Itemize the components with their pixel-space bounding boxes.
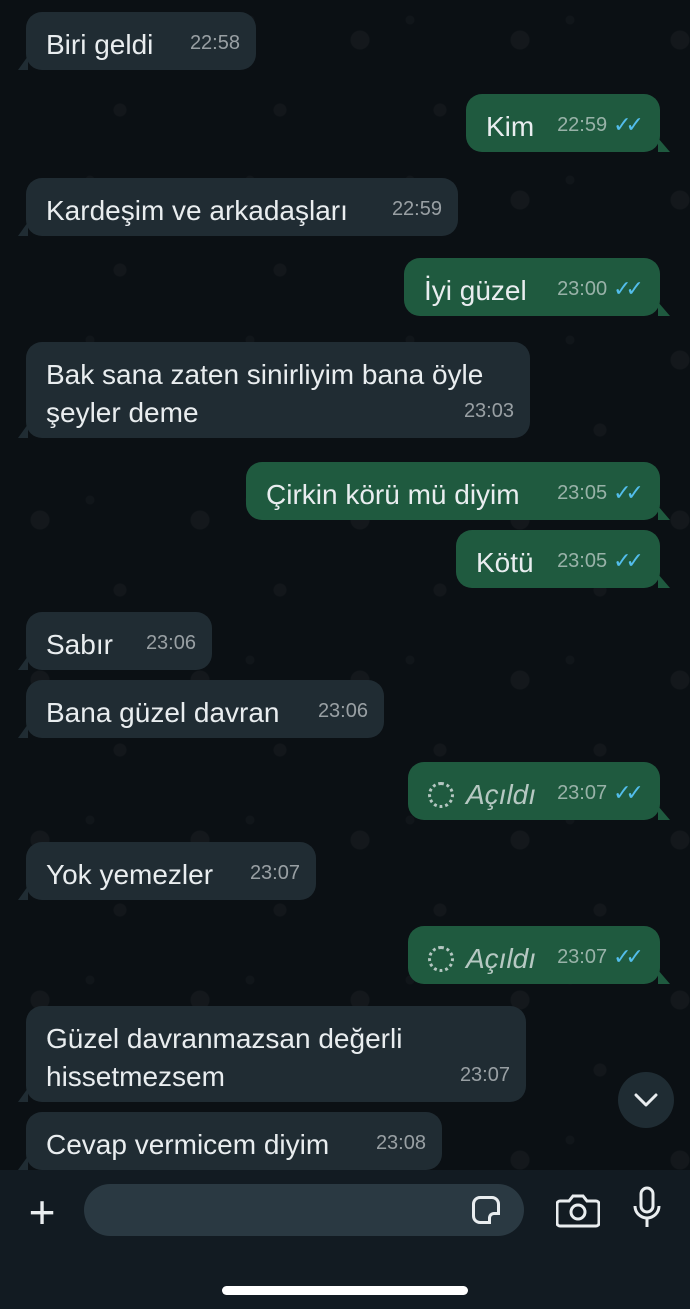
message-bubble-incoming[interactable]: Bak sana zaten sinirliyim bana öyle şeyl… — [18, 342, 530, 438]
sticker-icon[interactable] — [472, 1196, 500, 1224]
message-text: Cevap vermicem diyim — [46, 1129, 330, 1160]
message-text: Bana güzel davran — [46, 697, 280, 728]
message-time: 22:59 — [391, 198, 442, 220]
read-receipt-icon: ✓✓ — [613, 548, 644, 573]
message-bubble-incoming[interactable]: Cevap vermicem diyim 23:08 — [18, 1112, 442, 1170]
message-text: Açıldı — [466, 779, 537, 810]
message-meta: 23:07 ✓✓ — [557, 938, 644, 976]
message-bubble-outgoing[interactable]: Çirkin körü mü diyim 23:05 ✓✓ — [246, 462, 670, 520]
message-meta: 23:08 — [376, 1124, 426, 1162]
message-text: Kötü — [476, 547, 534, 578]
message-time: 23:06 — [145, 632, 196, 654]
read-receipt-icon: ✓✓ — [613, 112, 644, 137]
scroll-to-bottom-button[interactable] — [618, 1072, 674, 1128]
message-time: 23:07 — [557, 946, 608, 968]
message-bubble-incoming[interactable]: Sabır 23:06 — [18, 612, 212, 670]
message-meta: 23:06 — [146, 624, 196, 662]
read-receipt-icon: ✓✓ — [613, 480, 644, 505]
message-bubble-outgoing[interactable]: Açıldı 23:07 ✓✓ — [408, 762, 670, 820]
message-text: Biri geldi — [46, 29, 154, 60]
message-text: Çirkin körü mü diyim — [266, 479, 520, 510]
message-meta: 22:58 — [190, 24, 240, 62]
message-text: Bak sana zaten sinirliyim bana öyle şeyl… — [46, 359, 484, 428]
message-input[interactable] — [84, 1184, 524, 1236]
message-meta: 23:00 ✓✓ — [557, 270, 644, 308]
message-time: 23:05 — [557, 550, 608, 572]
view-once-icon — [428, 946, 454, 972]
home-indicator — [222, 1286, 468, 1295]
read-receipt-icon: ✓✓ — [613, 780, 644, 805]
view-once-message: Açıldı — [428, 779, 536, 810]
message-meta: 23:03 — [464, 392, 514, 430]
composer-bar: + — [0, 1170, 690, 1309]
microphone-icon[interactable] — [632, 1186, 662, 1230]
message-meta: 22:59 — [392, 190, 442, 228]
message-time: 23:03 — [463, 400, 514, 422]
plus-icon[interactable]: + — [22, 1189, 62, 1235]
message-bubble-outgoing[interactable]: Kim 22:59 ✓✓ — [466, 94, 670, 152]
view-once-icon — [428, 782, 454, 808]
message-time: 23:00 — [557, 278, 608, 300]
message-text: İyi güzel — [424, 275, 527, 306]
message-meta: 23:06 — [318, 692, 368, 730]
message-text: Yok yemezler — [46, 859, 214, 890]
chat-area[interactable]: Biri geldi 22:58 Kim 22:59 ✓✓ Kardeşim ve… — [0, 0, 690, 1170]
camera-icon[interactable] — [556, 1192, 600, 1228]
message-text: Kardeşim ve arkadaşları — [46, 195, 348, 226]
message-bubble-outgoing[interactable]: İyi güzel 23:00 ✓✓ — [404, 258, 670, 316]
message-meta: 23:07 ✓✓ — [557, 774, 644, 812]
message-meta: 23:07 — [460, 1056, 510, 1094]
message-bubble-incoming[interactable]: Bana güzel davran 23:06 — [18, 680, 384, 738]
read-receipt-icon: ✓✓ — [613, 944, 644, 969]
message-time: 23:05 — [557, 482, 608, 504]
message-text: Kim — [486, 111, 535, 142]
message-time: 23:07 — [249, 862, 300, 884]
message-time: 23:06 — [317, 700, 368, 722]
message-time: 22:58 — [189, 32, 240, 54]
message-time: 23:08 — [375, 1132, 426, 1154]
read-receipt-icon: ✓✓ — [613, 276, 644, 301]
message-meta: 22:59 ✓✓ — [557, 106, 644, 144]
message-meta: 23:07 — [250, 854, 300, 892]
message-bubble-incoming[interactable]: Güzel davranmazsan değerli hissetmezsem … — [18, 1006, 526, 1102]
message-bubble-incoming[interactable]: Biri geldi 22:58 — [18, 12, 256, 70]
message-bubble-outgoing[interactable]: Açıldı 23:07 ✓✓ — [408, 926, 670, 984]
message-time: 22:59 — [557, 114, 608, 136]
chevron-down-icon — [634, 1093, 658, 1107]
message-bubble-outgoing[interactable]: Kötü 23:05 ✓✓ — [456, 530, 670, 588]
message-meta: 23:05 ✓✓ — [557, 474, 644, 512]
view-once-message: Açıldı — [428, 943, 536, 974]
message-time: 23:07 — [557, 782, 608, 804]
message-bubble-incoming[interactable]: Yok yemezler 23:07 — [18, 842, 316, 900]
message-meta: 23:05 ✓✓ — [557, 542, 644, 580]
message-text: Sabır — [46, 629, 113, 660]
message-text: Açıldı — [466, 943, 537, 974]
message-bubble-incoming[interactable]: Kardeşim ve arkadaşları 22:59 — [18, 178, 458, 236]
message-time: 23:07 — [459, 1064, 510, 1086]
message-text: Güzel davranmazsan değerli hissetmezsem — [46, 1023, 403, 1092]
